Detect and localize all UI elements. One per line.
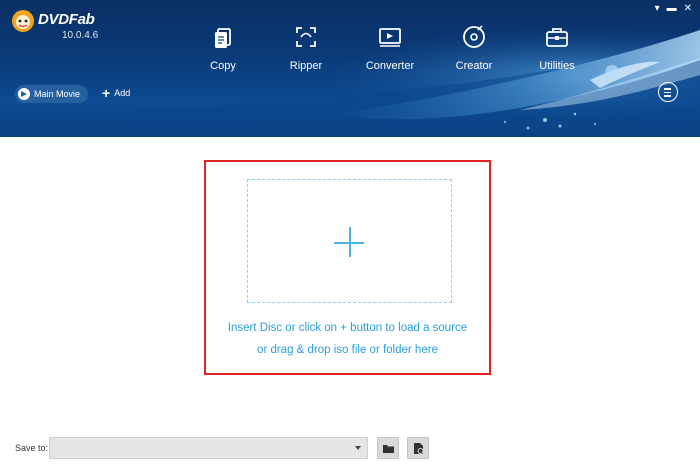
save-to-iso-icon — [414, 443, 424, 454]
converter-icon — [379, 28, 401, 47]
add-label: Add — [114, 88, 131, 98]
module-creator[interactable]: Creator — [442, 24, 506, 72]
add-source-button[interactable]: + Add — [102, 86, 130, 100]
app-name: DVDFab — [38, 11, 95, 28]
module-label: Copy — [210, 60, 236, 72]
plus-icon: + — [102, 85, 111, 101]
play-circle-icon — [18, 88, 30, 100]
drop-hint-line1: Insert Disc or click on + button to load… — [227, 322, 468, 334]
chevron-down-icon — [355, 446, 361, 450]
module-converter[interactable]: Converter — [358, 24, 422, 72]
browse-folder-button[interactable] — [377, 437, 399, 459]
module-label: Utilities — [539, 60, 575, 72]
list-icon — [664, 88, 671, 90]
save-to-dropdown[interactable] — [49, 437, 368, 459]
dropdown-menu-button[interactable]: ▾ — [655, 4, 660, 14]
app-window: DVDFab 10.0.4.6 ▾ ▬ ✕ Copy Ripper Conver… — [0, 0, 700, 467]
save-iso-button[interactable] — [407, 437, 429, 459]
close-button[interactable]: ✕ — [684, 4, 692, 14]
main-movie-mode-button[interactable]: Main Movie — [15, 85, 89, 103]
task-list-button[interactable] — [658, 82, 678, 102]
ripper-icon — [296, 27, 316, 47]
minimize-button[interactable]: ▬ — [667, 4, 677, 14]
utilities-icon — [546, 28, 568, 47]
header-banner: DVDFab 10.0.4.6 ▾ ▬ ✕ Copy Ripper Conver… — [0, 0, 700, 137]
logo-mascot-icon — [12, 10, 34, 32]
folder-icon — [383, 445, 394, 453]
drop-hint-line2: or drag & drop iso file or folder here — [257, 344, 438, 356]
dvdfab-logo: DVDFab 10.0.4.6 — [10, 6, 100, 46]
module-utilities[interactable]: Utilities — [525, 24, 589, 72]
creator-icon — [463, 25, 485, 48]
add-source-drop-area[interactable] — [247, 179, 452, 303]
mode-label: Main Movie — [34, 89, 81, 99]
copy-icon — [215, 28, 231, 48]
module-copy[interactable]: Copy — [191, 24, 255, 72]
module-ripper[interactable]: Ripper — [274, 24, 338, 72]
window-controls: ▾ ▬ ✕ — [655, 4, 692, 14]
module-label: Creator — [455, 60, 493, 72]
app-version: 10.0.4.6 — [62, 30, 99, 41]
module-label: Converter — [365, 60, 415, 72]
module-label: Ripper — [289, 60, 323, 72]
save-to-label: Save to: — [15, 443, 49, 453]
